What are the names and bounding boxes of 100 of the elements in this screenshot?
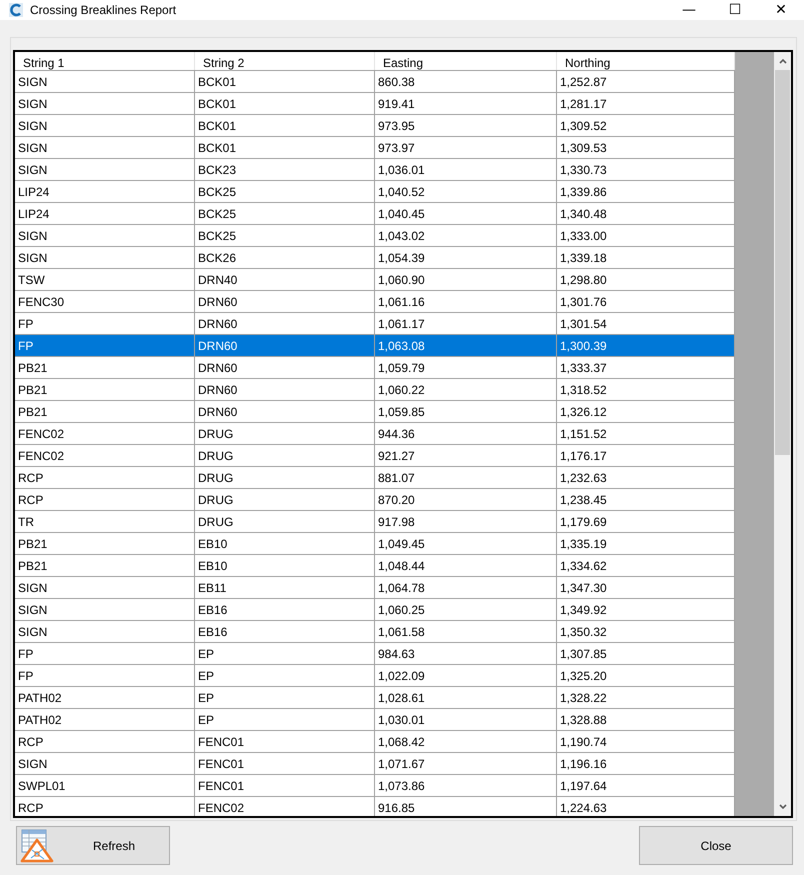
table-cell: DRUG — [195, 423, 375, 444]
table-row[interactable]: RCP FENC02 916.85 1,224.63 — [15, 797, 735, 816]
table-cell: 1,339.86 — [557, 181, 735, 202]
table-row[interactable]: FENC02 DRUG 944.36 1,151.52 — [15, 423, 735, 445]
table-cell: 1,252.87 — [557, 71, 735, 92]
table-row[interactable]: TR DRUG 917.98 1,179.69 — [15, 511, 735, 533]
table-row[interactable]: PB21 DRN60 1,059.79 1,333.37 — [15, 357, 735, 379]
table-cell: SIGN — [15, 93, 195, 114]
table-cell: SIGN — [15, 577, 195, 598]
table-row[interactable]: FENC02 DRUG 921.27 1,176.17 — [15, 445, 735, 467]
table-cell: EP — [195, 643, 375, 664]
table-cell: DRN60 — [195, 291, 375, 312]
table-row[interactable]: SIGN EB16 1,060.25 1,349.92 — [15, 599, 735, 621]
table-row[interactable]: SIGN BCK26 1,054.39 1,339.18 — [15, 247, 735, 269]
table-row[interactable]: PB21 DRN60 1,059.85 1,326.12 — [15, 401, 735, 423]
table-row[interactable]: RCP DRUG 881.07 1,232.63 — [15, 467, 735, 489]
table-row[interactable]: SIGN FENC01 1,071.67 1,196.16 — [15, 753, 735, 775]
table-cell: 1,328.22 — [557, 687, 735, 708]
table-row[interactable]: RCP DRUG 870.20 1,238.45 — [15, 489, 735, 511]
column-header[interactable]: String 2 — [195, 52, 375, 70]
table-row[interactable]: SIGN EB16 1,061.58 1,350.32 — [15, 621, 735, 643]
refresh-button[interactable]: Refresh — [16, 826, 170, 865]
table-cell: TSW — [15, 269, 195, 290]
table-cell: 1,040.52 — [375, 181, 557, 202]
table-cell: 1,151.52 — [557, 423, 735, 444]
table-cell: 1,036.01 — [375, 159, 557, 180]
table-cell: DRUG — [195, 511, 375, 532]
table-cell: 1,190.74 — [557, 731, 735, 752]
table-cell: EP — [195, 687, 375, 708]
table-row[interactable]: FP EP 984.63 1,307.85 — [15, 643, 735, 665]
table-cell: 1,061.58 — [375, 621, 557, 642]
table-row[interactable]: SIGN BCK01 973.95 1,309.52 — [15, 115, 735, 137]
table-cell: 1,022.09 — [375, 665, 557, 686]
table-row[interactable]: SIGN BCK23 1,036.01 1,330.73 — [15, 159, 735, 181]
table-row[interactable]: SIGN BCK25 1,043.02 1,333.00 — [15, 225, 735, 247]
table-cell: BCK26 — [195, 247, 375, 268]
table-cell: 944.36 — [375, 423, 557, 444]
table-cell: 1,298.80 — [557, 269, 735, 290]
table-cell: LIP24 — [15, 203, 195, 224]
table-cell: 1,073.86 — [375, 775, 557, 796]
table-cell: BCK01 — [195, 71, 375, 92]
table-row[interactable]: PATH02 EP 1,028.61 1,328.22 — [15, 687, 735, 709]
table-warning-icon — [20, 828, 54, 862]
app-icon — [9, 3, 23, 17]
table-cell: 1,176.17 — [557, 445, 735, 466]
table-row[interactable]: SIGN BCK01 860.38 1,252.87 — [15, 71, 735, 93]
scrollbar[interactable] — [774, 52, 791, 816]
table-row[interactable]: SIGN BCK01 973.97 1,309.53 — [15, 137, 735, 159]
table-cell: 1,061.16 — [375, 291, 557, 312]
table-cell: 1,350.32 — [557, 621, 735, 642]
column-header[interactable]: String 1 — [15, 52, 195, 70]
table-cell: 1,301.54 — [557, 313, 735, 334]
table-row[interactable]: LIP24 BCK25 1,040.45 1,340.48 — [15, 203, 735, 225]
column-header[interactable]: Northing — [557, 52, 735, 70]
scrollbar-thumb[interactable] — [775, 70, 790, 455]
table-cell: FP — [15, 335, 195, 356]
table-row[interactable]: RCP FENC01 1,068.42 1,190.74 — [15, 731, 735, 753]
column-header[interactable]: Easting — [375, 52, 557, 70]
table-cell: DRN60 — [195, 335, 375, 356]
table-cell: 921.27 — [375, 445, 557, 466]
table-cell: 973.95 — [375, 115, 557, 136]
scroll-up-icon[interactable] — [778, 57, 788, 65]
close-button[interactable]: Close — [639, 826, 793, 865]
table-cell: BCK25 — [195, 203, 375, 224]
table-cell: RCP — [15, 467, 195, 488]
table-cell: 881.07 — [375, 467, 557, 488]
table-row[interactable]: PB21 EB10 1,049.45 1,335.19 — [15, 533, 735, 555]
table-row[interactable]: SIGN BCK01 919.41 1,281.17 — [15, 93, 735, 115]
table-cell: FENC01 — [195, 753, 375, 774]
table-row[interactable]: FP EP 1,022.09 1,325.20 — [15, 665, 735, 687]
scroll-down-icon[interactable] — [778, 803, 788, 811]
table-cell: 1,330.73 — [557, 159, 735, 180]
table-cell: DRUG — [195, 467, 375, 488]
table-cell: SIGN — [15, 621, 195, 642]
table-cell: SIGN — [15, 115, 195, 136]
table-row[interactable]: SWPL01 FENC01 1,073.86 1,197.64 — [15, 775, 735, 797]
table-cell: 1,325.20 — [557, 665, 735, 686]
table-row[interactable]: PB21 EB10 1,048.44 1,334.62 — [15, 555, 735, 577]
table-cell: 1,071.67 — [375, 753, 557, 774]
table-cell: BCK01 — [195, 137, 375, 158]
table-row[interactable]: FENC30 DRN60 1,061.16 1,301.76 — [15, 291, 735, 313]
table-row[interactable]: PATH02 EP 1,030.01 1,328.88 — [15, 709, 735, 731]
table-cell: 870.20 — [375, 489, 557, 510]
table-cell: PATH02 — [15, 687, 195, 708]
table-row[interactable]: SIGN EB11 1,064.78 1,347.30 — [15, 577, 735, 599]
table-row[interactable]: FP DRN60 1,063.08 1,300.39 — [15, 335, 735, 357]
table-cell: FENC02 — [15, 423, 195, 444]
table-cell: PB21 — [15, 401, 195, 422]
table-row[interactable]: TSW DRN40 1,060.90 1,298.80 — [15, 269, 735, 291]
table-cell: SIGN — [15, 753, 195, 774]
table-cell: 1,060.90 — [375, 269, 557, 290]
table-cell: SIGN — [15, 71, 195, 92]
table-cell: LIP24 — [15, 181, 195, 202]
table-cell: 1,049.45 — [375, 533, 557, 554]
table-cell: FP — [15, 643, 195, 664]
table-row[interactable]: LIP24 BCK25 1,040.52 1,339.86 — [15, 181, 735, 203]
table-row[interactable]: PB21 DRN60 1,060.22 1,318.52 — [15, 379, 735, 401]
table-cell: 1,301.76 — [557, 291, 735, 312]
table-cell: 1,196.16 — [557, 753, 735, 774]
table-cell: 1,232.63 — [557, 467, 735, 488]
